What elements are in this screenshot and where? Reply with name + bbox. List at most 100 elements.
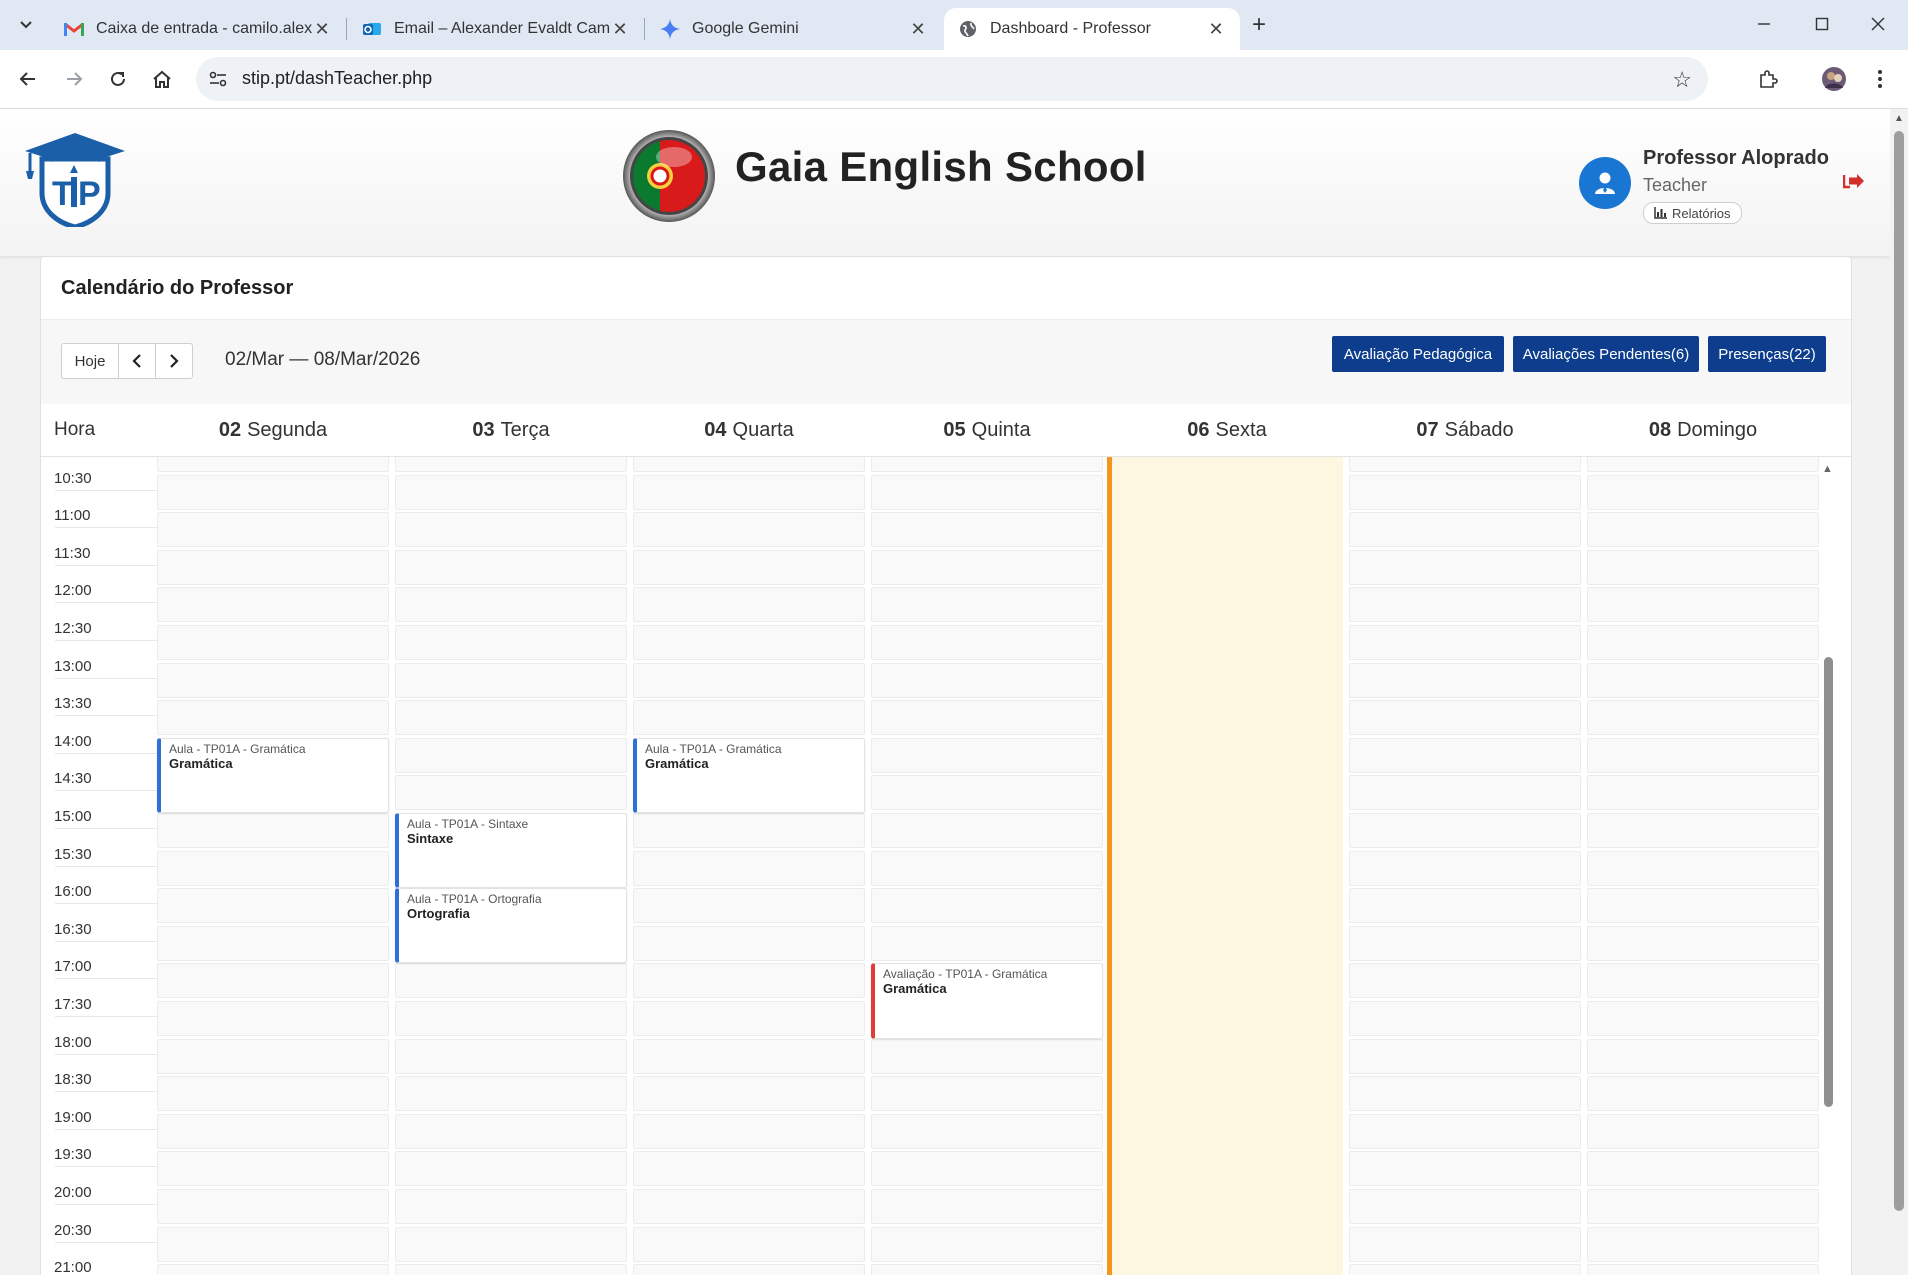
time-slot[interactable] — [1349, 850, 1581, 886]
time-slot[interactable] — [1349, 662, 1581, 698]
time-slot[interactable] — [1349, 1264, 1581, 1275]
time-slot[interactable] — [871, 1151, 1103, 1187]
time-slot[interactable] — [871, 888, 1103, 924]
time-slot[interactable] — [633, 1001, 865, 1036]
time-slot[interactable] — [157, 512, 389, 548]
time-slot[interactable] — [871, 850, 1103, 886]
time-slot[interactable] — [1587, 512, 1819, 548]
time-slot[interactable] — [157, 1076, 389, 1112]
presencas-button[interactable]: Presenças(22) — [1708, 336, 1826, 372]
back-button[interactable] — [12, 63, 44, 95]
time-slot[interactable] — [871, 662, 1103, 698]
time-slot[interactable] — [871, 474, 1103, 510]
time-slot[interactable] — [633, 1113, 865, 1149]
calendar-grid[interactable]: 10:0010:3011:0011:3012:0012:3013:0013:30… — [41, 457, 1851, 1275]
time-slot[interactable] — [633, 457, 865, 472]
time-slot[interactable] — [395, 1226, 627, 1262]
scroll-up-icon[interactable]: ▲ — [1894, 113, 1904, 124]
time-slot[interactable] — [1587, 737, 1819, 773]
close-icon[interactable]: ✕ — [1206, 19, 1226, 40]
day-column-quarta[interactable] — [633, 457, 865, 1275]
time-slot[interactable] — [395, 662, 627, 698]
time-slot[interactable] — [157, 587, 389, 623]
time-slot[interactable] — [1349, 512, 1581, 548]
time-slot[interactable] — [1349, 1001, 1581, 1036]
time-slot[interactable] — [1587, 925, 1819, 961]
time-slot[interactable] — [633, 662, 865, 698]
tab-dashboard[interactable]: Dashboard - Professor ✕ — [944, 8, 1240, 50]
time-slot[interactable] — [633, 1076, 865, 1112]
day-column-quinta[interactable] — [871, 457, 1103, 1275]
close-icon[interactable]: ✕ — [908, 19, 928, 40]
page-scrollbar[interactable]: ▲ — [1890, 109, 1908, 1275]
time-slot[interactable] — [633, 925, 865, 961]
time-slot[interactable] — [633, 850, 865, 886]
time-slot[interactable] — [157, 1038, 389, 1074]
time-slot[interactable] — [395, 512, 627, 548]
time-slot[interactable] — [633, 888, 865, 924]
tab-search-button[interactable] — [10, 9, 42, 41]
time-slot[interactable] — [1349, 587, 1581, 623]
time-slot[interactable] — [157, 1113, 389, 1149]
avaliacoes-pendentes-button[interactable]: Avaliações Pendentes(6) — [1513, 336, 1699, 372]
time-slot[interactable] — [633, 963, 865, 999]
time-slot[interactable] — [1587, 1001, 1819, 1036]
time-slot[interactable] — [871, 549, 1103, 585]
time-slot[interactable] — [157, 1226, 389, 1262]
day-column-sábado[interactable] — [1349, 457, 1581, 1275]
time-slot[interactable] — [871, 1226, 1103, 1262]
logout-icon[interactable] — [1843, 172, 1865, 190]
scrollbar-thumb[interactable] — [1824, 657, 1833, 1107]
time-slot[interactable] — [1349, 888, 1581, 924]
time-slot[interactable] — [1349, 1189, 1581, 1224]
page-scrollbar-thumb[interactable] — [1894, 131, 1904, 1211]
time-slot[interactable] — [1587, 1189, 1819, 1224]
time-slot[interactable] — [1349, 775, 1581, 811]
maximize-button[interactable] — [1802, 10, 1842, 40]
close-window-button[interactable] — [1858, 10, 1898, 40]
time-slot[interactable] — [1587, 457, 1819, 472]
time-slot[interactable] — [157, 1189, 389, 1224]
time-slot[interactable] — [871, 775, 1103, 811]
time-slot[interactable] — [633, 700, 865, 736]
time-slot[interactable] — [871, 813, 1103, 848]
address-bar[interactable]: stip.pt/dashTeacher.php ☆ — [196, 57, 1708, 101]
time-slot[interactable] — [1587, 700, 1819, 736]
reports-button[interactable]: Relatórios — [1643, 202, 1742, 224]
time-slot[interactable] — [395, 1038, 627, 1074]
time-slot[interactable] — [1587, 1151, 1819, 1187]
time-slot[interactable] — [633, 1189, 865, 1224]
time-slot[interactable] — [157, 1001, 389, 1036]
time-slot[interactable] — [1587, 1113, 1819, 1149]
home-button[interactable] — [146, 63, 178, 95]
time-slot[interactable] — [395, 1113, 627, 1149]
time-slot[interactable] — [871, 1038, 1103, 1074]
time-slot[interactable] — [157, 700, 389, 736]
time-slot[interactable] — [633, 1038, 865, 1074]
time-slot[interactable] — [1587, 587, 1819, 623]
time-slot[interactable] — [871, 457, 1103, 472]
time-slot[interactable] — [871, 1189, 1103, 1224]
time-slot[interactable] — [871, 1076, 1103, 1112]
time-slot[interactable] — [395, 700, 627, 736]
time-slot[interactable] — [157, 474, 389, 510]
time-slot[interactable] — [395, 625, 627, 660]
time-slot[interactable] — [1349, 1038, 1581, 1074]
bookmark-star-icon[interactable]: ☆ — [1672, 67, 1692, 93]
time-slot[interactable] — [157, 888, 389, 924]
time-slot[interactable] — [1349, 549, 1581, 585]
time-slot[interactable] — [1349, 963, 1581, 999]
time-slot[interactable] — [871, 925, 1103, 961]
time-slot[interactable] — [871, 587, 1103, 623]
new-tab-button[interactable]: + — [1244, 10, 1274, 40]
time-slot[interactable] — [395, 1264, 627, 1275]
calendar-scrollbar[interactable]: ▲ ▼ — [1819, 457, 1837, 1275]
calendar-event[interactable]: Aula - TP01A - Ortografia Ortografia — [395, 888, 627, 964]
minimize-button[interactable] — [1744, 10, 1784, 40]
time-slot[interactable] — [1349, 1226, 1581, 1262]
time-slot[interactable] — [633, 512, 865, 548]
time-slot[interactable] — [395, 1001, 627, 1036]
time-slot[interactable] — [633, 1226, 865, 1262]
time-slot[interactable] — [1587, 1076, 1819, 1112]
time-slot[interactable] — [157, 549, 389, 585]
